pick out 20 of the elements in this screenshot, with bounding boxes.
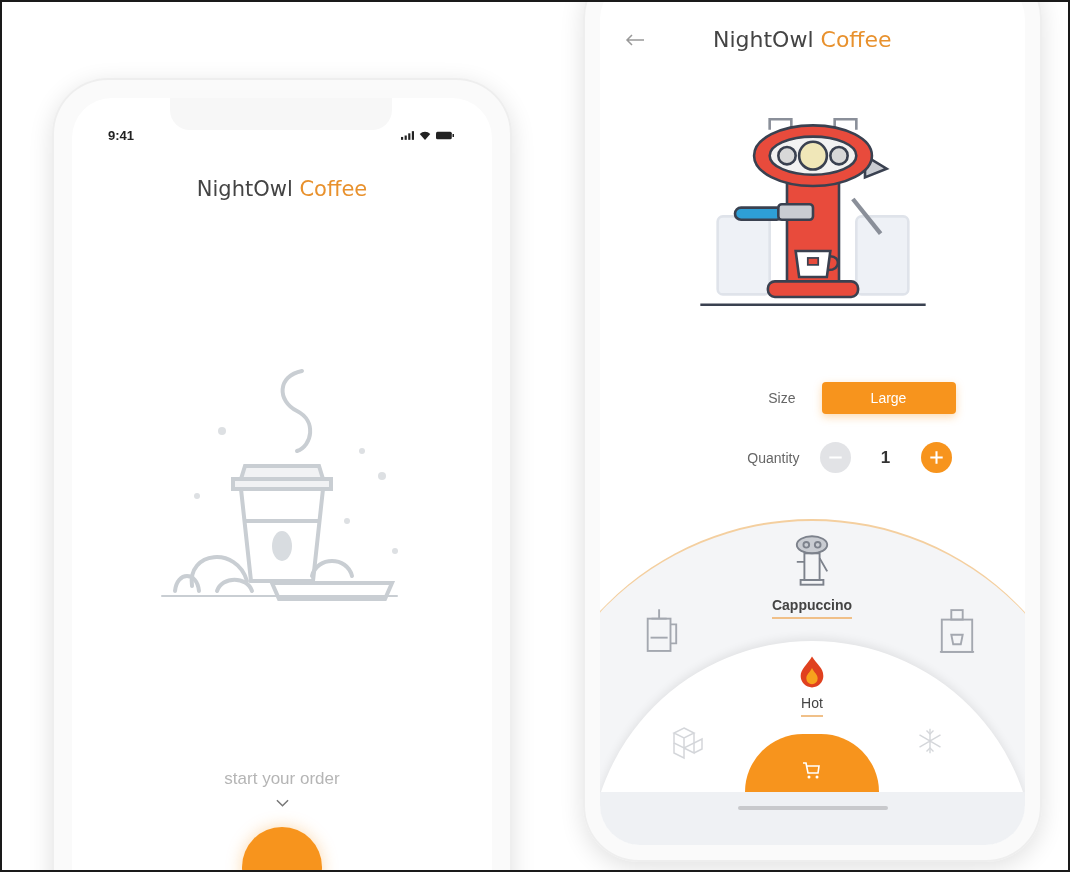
quantity-value: 1: [879, 447, 892, 468]
flame-icon[interactable]: [799, 655, 825, 689]
snowflake-icon[interactable]: [916, 727, 944, 755]
chevron-down-icon: [275, 799, 289, 807]
back-arrow-icon[interactable]: [625, 33, 645, 46]
signal-icon: [401, 131, 414, 140]
battery-icon: [436, 131, 454, 140]
espresso-machine-icon[interactable]: [793, 533, 831, 587]
app-title: NightOwl Coffee: [196, 177, 368, 201]
quantity-label: Quantity: [746, 449, 800, 466]
size-label: Size: [767, 390, 796, 406]
temperature-name[interactable]: Hot: [801, 695, 823, 717]
wifi-icon: [419, 131, 431, 140]
app-title: NightOwl Coffee: [713, 27, 892, 52]
minus-button[interactable]: [819, 442, 851, 473]
cart-icon: [802, 760, 822, 780]
plus-button[interactable]: [920, 442, 952, 473]
drink-name[interactable]: Cappuccino: [771, 597, 853, 619]
status-time: 9:41: [108, 128, 135, 143]
start-order-prompt: start your order: [224, 769, 340, 789]
